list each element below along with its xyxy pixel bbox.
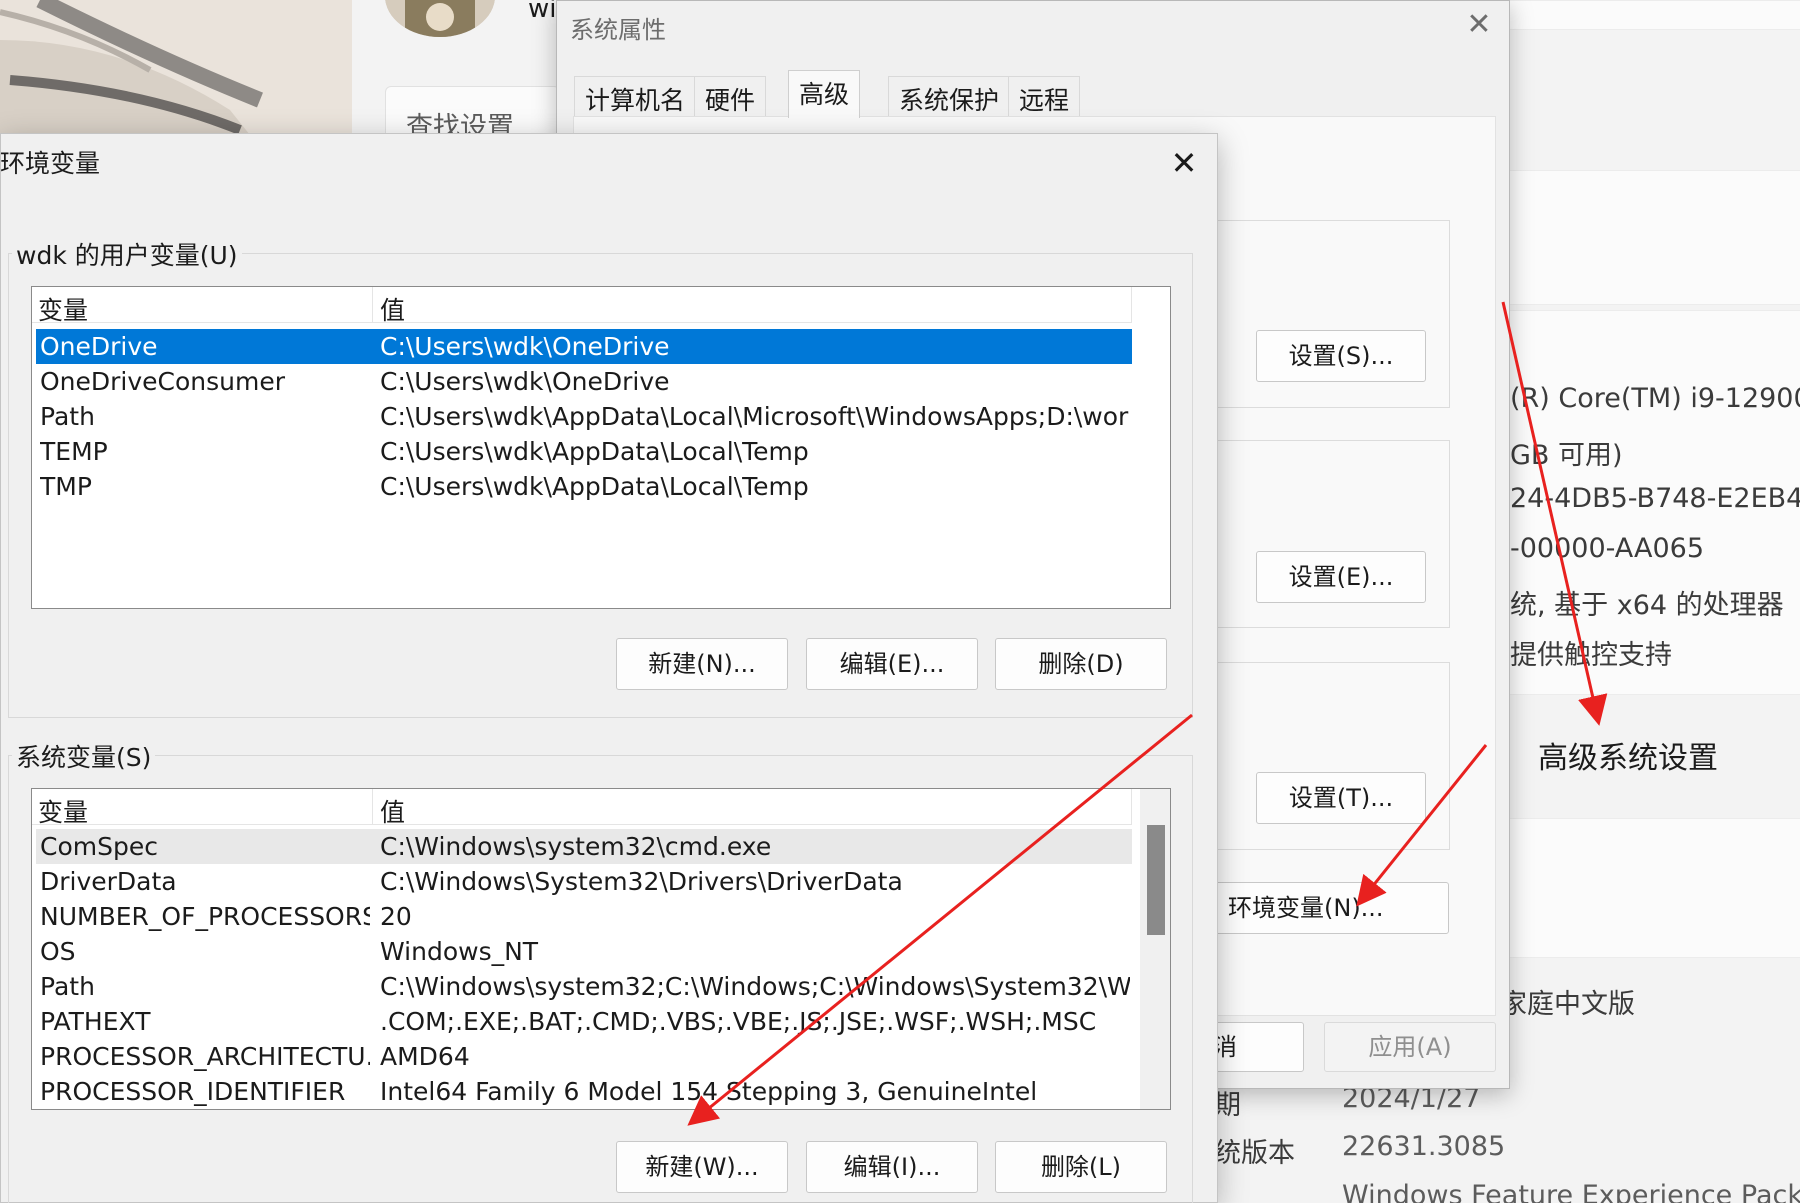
column-divider[interactable]	[1131, 287, 1132, 323]
performance-settings-button[interactable]: 设置(S)...	[1256, 330, 1426, 382]
startup-settings-button[interactable]: 设置(T)...	[1256, 772, 1426, 824]
user-variable-row[interactable]: Path C:\Users\wdk\AppData\Local\Microsoft…	[36, 399, 1132, 434]
variable-name: OneDriveConsumer	[40, 367, 286, 396]
spec-device-id: 24-4DB5-B748-E2EB4F7	[1510, 483, 1800, 514]
column-header-variable[interactable]: 变量	[38, 793, 88, 829]
spec-system-type: 统, 基于 x64 的处理器	[1510, 590, 1784, 621]
variable-name: Path	[40, 972, 95, 1001]
variable-name: Path	[40, 402, 95, 431]
vertical-scrollbar[interactable]	[1140, 789, 1170, 1109]
variable-value: .COM;.EXE;.BAT;.CMD;.VBS;.VBE;.JS;.JSE;.…	[380, 1007, 1097, 1036]
column-divider[interactable]	[372, 789, 373, 825]
variable-name: PROCESSOR_IDENTIFIER	[40, 1077, 346, 1106]
variable-value: C:\Users\wdk\AppData\Local\Temp	[380, 437, 809, 466]
tab-advanced[interactable]: 高级	[788, 70, 861, 118]
os-build-value: 22631.3085	[1342, 1131, 1506, 1162]
variable-value: Intel64 Family 6 Model 154 Stepping 3, G…	[380, 1077, 1038, 1106]
about-card	[1470, 170, 1800, 305]
variable-name: DriverData	[40, 867, 177, 896]
experience-pack-value: Windows Feature Experience Pack 100	[1342, 1180, 1800, 1203]
user-variable-row[interactable]: OneDrive C:\Users\wdk\OneDrive	[36, 329, 1132, 364]
variable-value: C:\Users\wdk\OneDrive	[380, 367, 670, 396]
list-header: 变量 值	[32, 287, 1132, 325]
variable-name: OneDrive	[40, 332, 158, 361]
user-new-button[interactable]: 新建(N)...	[616, 638, 788, 690]
close-icon[interactable]: ✕	[1462, 8, 1496, 42]
variable-value: C:\Users\wdk\AppData\Local\Temp	[380, 472, 809, 501]
user-variable-row[interactable]: OneDriveConsumer C:\Users\wdk\OneDrive	[36, 364, 1132, 399]
column-header-value[interactable]: 值	[380, 291, 405, 327]
variable-value: C:\Windows\system32;C:\Windows;C:\Window…	[380, 972, 1130, 1001]
user-edit-button[interactable]: 编辑(E)...	[806, 638, 978, 690]
windows-specs-card	[1470, 818, 1800, 958]
variable-value: C:\Users\wdk\OneDrive	[380, 332, 670, 361]
system-variable-row[interactable]: NUMBER_OF_PROCESSORS 20	[36, 899, 1132, 934]
system-edit-button[interactable]: 编辑(I)...	[806, 1141, 978, 1193]
system-properties-title: 系统属性	[570, 16, 666, 44]
variable-value: AMD64	[380, 1042, 470, 1071]
system-variables-list[interactable]: 变量 值 ComSpec C:\Windows\system32\cmd.exe …	[31, 788, 1171, 1110]
system-variable-row[interactable]: PROCESSOR_IDENTIFIER Intel64 Family 6 Mod…	[36, 1074, 1132, 1109]
tab-system-protection[interactable]: 系统保护	[888, 76, 1011, 116]
variable-name: ComSpec	[40, 832, 158, 861]
variable-name: PROCESSOR_ARCHITECTU...	[40, 1042, 370, 1071]
about-card-top	[1470, 0, 1800, 30]
variable-value: C:\Windows\system32\cmd.exe	[380, 832, 772, 861]
user-variable-row[interactable]: TEMP C:\Users\wdk\AppData\Local\Temp	[36, 434, 1132, 469]
column-header-value[interactable]: 值	[380, 793, 405, 829]
spec-product-id: -00000-AA065	[1510, 533, 1705, 564]
variable-name: PATHEXT	[40, 1007, 151, 1036]
variable-value: C:\Windows\System32\Drivers\DriverData	[380, 867, 903, 896]
variable-value: C:\Users\wdk\AppData\Local\Microsoft\Win…	[380, 402, 1130, 431]
tab-hardware[interactable]: 硬件	[694, 76, 767, 116]
column-divider[interactable]	[1131, 789, 1132, 825]
profiles-settings-button[interactable]: 设置(E)...	[1256, 551, 1426, 603]
tab-computer-name[interactable]: 计算机名	[574, 76, 697, 116]
user-variables-label: wdk 的用户变量(U)	[12, 236, 242, 272]
user-delete-button[interactable]: 删除(D)	[995, 638, 1167, 690]
variable-name: OS	[40, 937, 76, 966]
user-name: wi	[528, 0, 557, 24]
system-delete-button[interactable]: 删除(L)	[995, 1141, 1167, 1193]
wallpaper-thumbnail	[0, 0, 352, 135]
column-header-variable[interactable]: 变量	[38, 291, 88, 327]
system-variable-row[interactable]: ComSpec C:\Windows\system32\cmd.exe	[36, 829, 1132, 864]
variable-name: TEMP	[40, 437, 108, 466]
system-variable-row[interactable]: Path C:\Windows\system32;C:\Windows;C:\Wi…	[36, 969, 1132, 1004]
spec-pen-touch: 提供触控支持	[1510, 640, 1672, 671]
dialog-title: 环境变量	[0, 149, 101, 178]
apply-button[interactable]: 应用(A)	[1324, 1022, 1496, 1072]
column-divider[interactable]	[372, 287, 373, 323]
system-variable-row[interactable]: OS Windows_NT	[36, 934, 1132, 969]
system-variable-row[interactable]: PATHEXT .COM;.EXE;.BAT;.CMD;.VBS;.VBE;.JS…	[36, 1004, 1132, 1039]
variable-name: TMP	[40, 472, 92, 501]
environment-variables-button[interactable]: 环境变量(N)...	[1215, 882, 1449, 934]
system-new-button[interactable]: 新建(W)...	[616, 1141, 788, 1193]
spec-ram: GB 可用)	[1510, 440, 1623, 471]
close-icon[interactable]: ✕	[1164, 143, 1204, 183]
variable-value: Windows_NT	[380, 937, 539, 966]
scrollbar-thumb[interactable]	[1147, 825, 1165, 935]
system-variable-row[interactable]: PROCESSOR_ARCHITECTU... AMD64	[36, 1039, 1132, 1074]
variable-name: NUMBER_OF_PROCESSORS	[40, 902, 370, 931]
spec-processor: (R) Core(TM) i9-12900H	[1510, 383, 1800, 414]
user-variable-row[interactable]: TMP C:\Users\wdk\AppData\Local\Temp	[36, 469, 1132, 504]
list-header: 变量 值	[32, 789, 1132, 827]
os-build-label: 统版本	[1214, 1138, 1295, 1169]
edition-value: 家庭中文版	[1500, 989, 1635, 1020]
user-variables-list[interactable]: 变量 值 OneDrive C:\Users\wdk\OneDrive OneDr…	[31, 286, 1171, 609]
variable-value: 20	[380, 902, 412, 931]
system-variable-row[interactable]: DriverData C:\Windows\System32\Drivers\Dr…	[36, 864, 1132, 899]
advanced-system-settings-link[interactable]: 高级系统设置	[1538, 733, 1718, 777]
system-variables-label: 系统变量(S)	[12, 738, 156, 774]
tab-remote[interactable]: 远程	[1008, 76, 1081, 116]
settings-search-input[interactable]: 查找设置	[385, 86, 560, 143]
